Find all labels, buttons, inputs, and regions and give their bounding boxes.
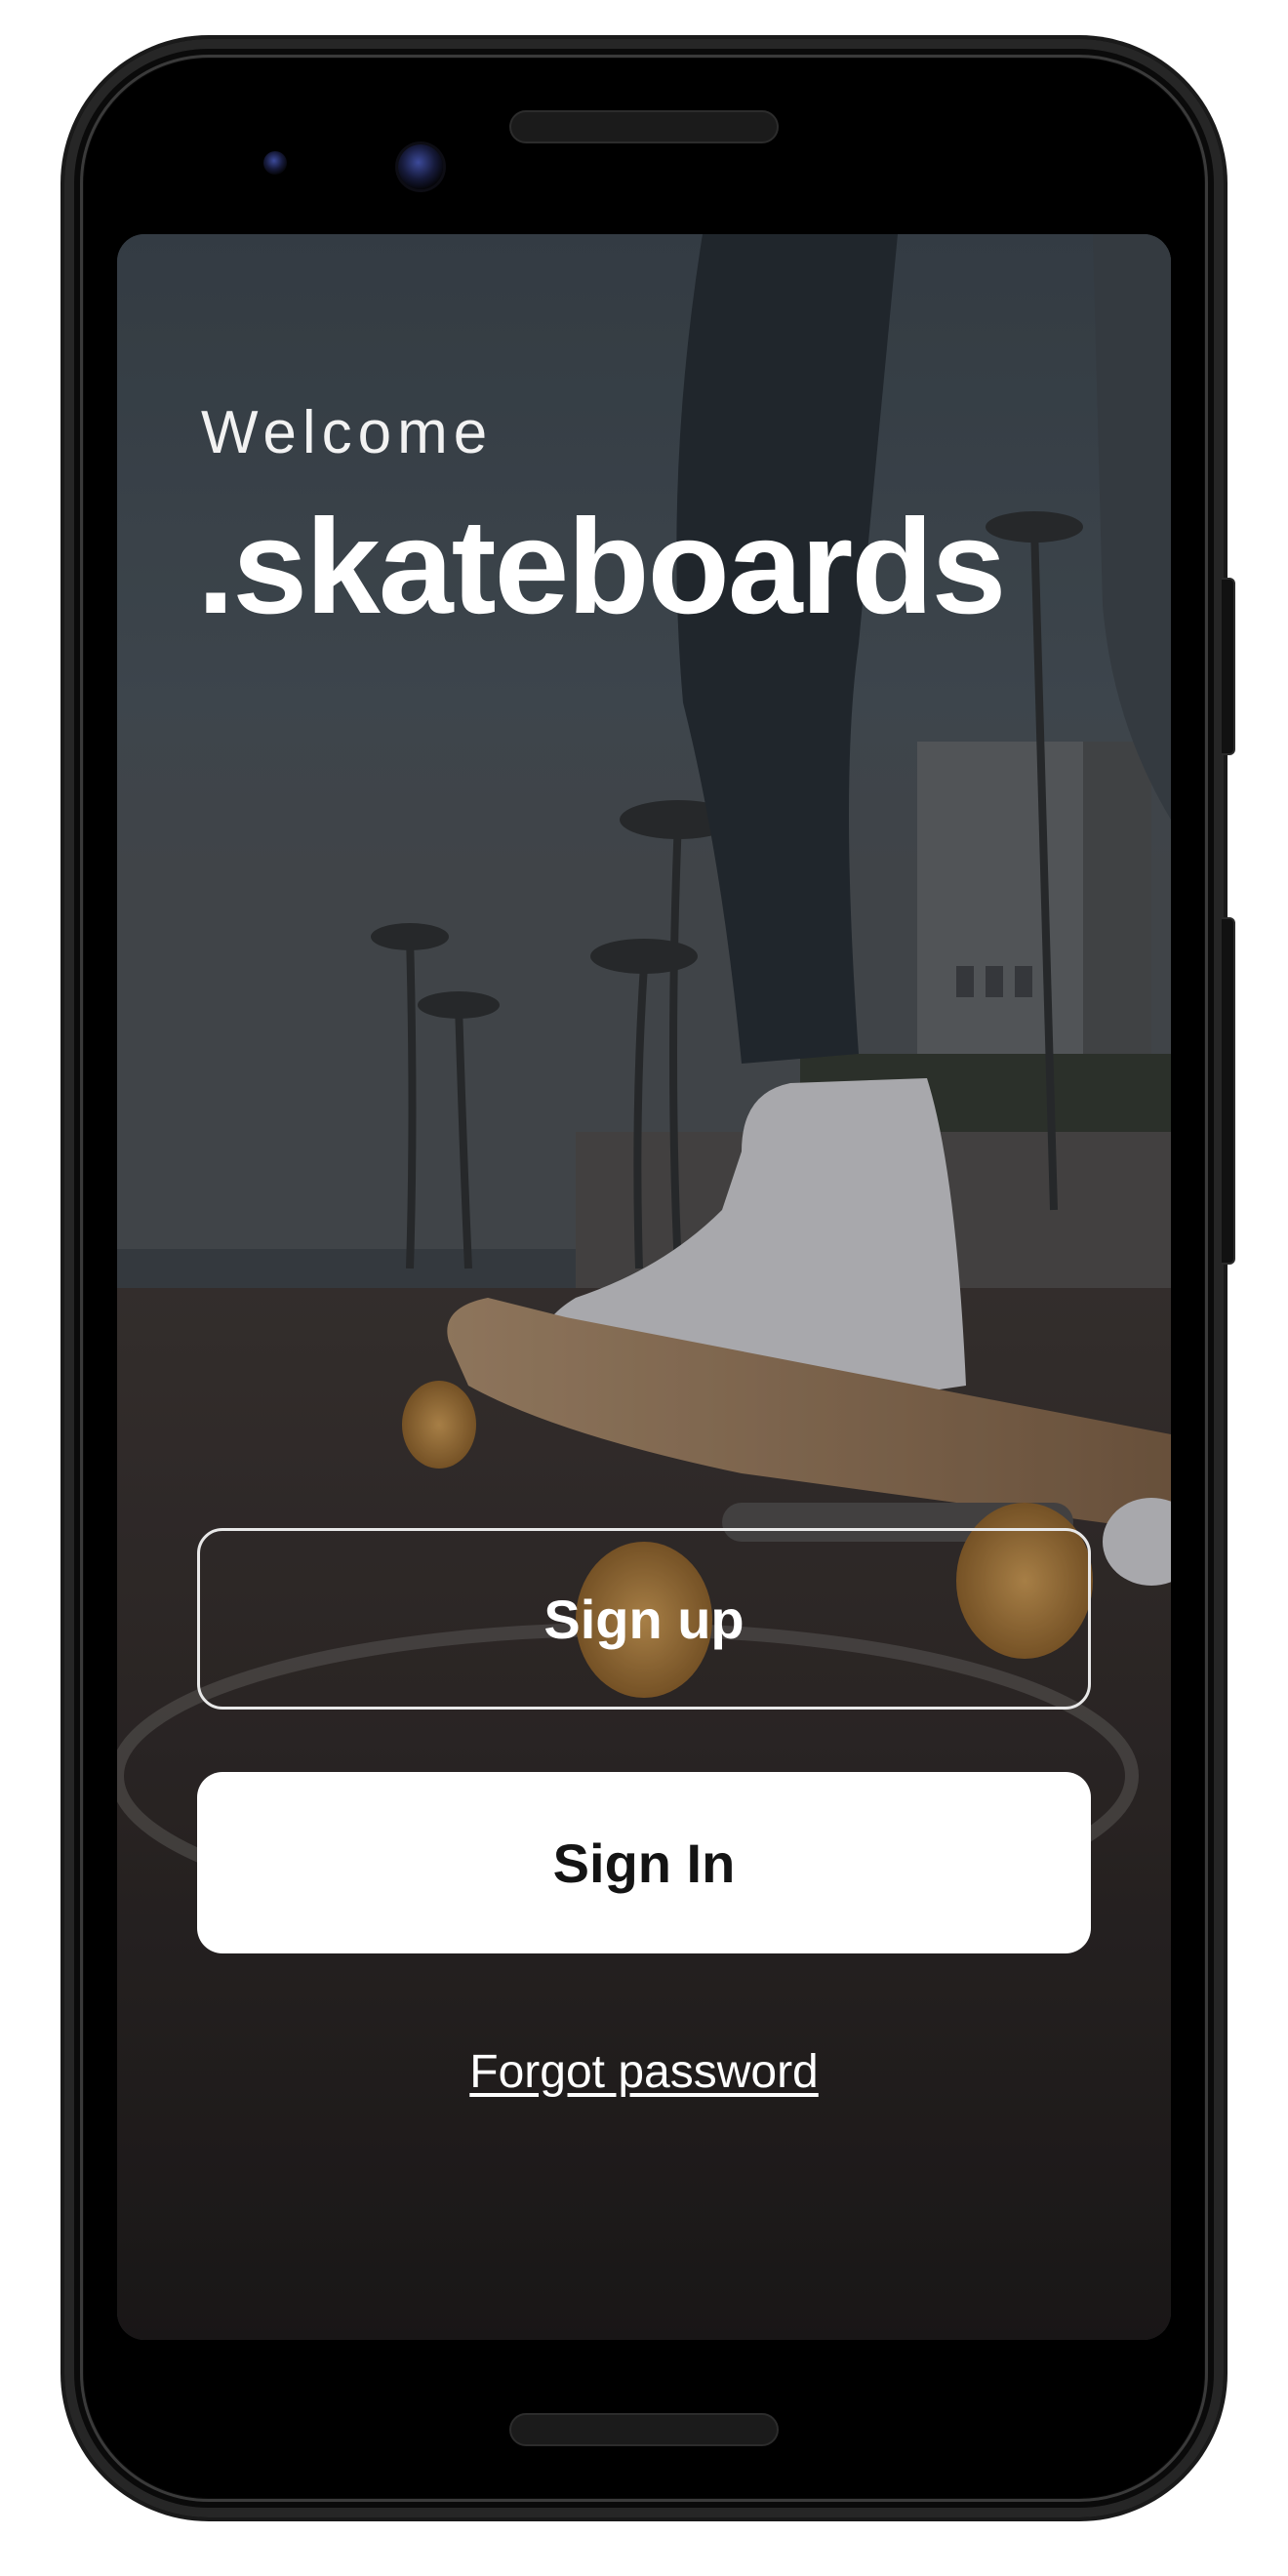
power-button bbox=[1222, 578, 1235, 755]
app-screen: Welcome .skateboards Sign up Sign In For… bbox=[117, 234, 1171, 2340]
front-camera bbox=[398, 144, 443, 189]
earpiece-speaker bbox=[509, 110, 779, 143]
forgot-password-link[interactable]: Forgot password bbox=[117, 2045, 1171, 2099]
sign-up-button[interactable]: Sign up bbox=[197, 1528, 1091, 1710]
brand-title: .skateboards bbox=[197, 492, 1006, 642]
sign-in-button[interactable]: Sign In bbox=[197, 1772, 1091, 1953]
welcome-text: Welcome bbox=[201, 399, 494, 466]
front-sensor bbox=[263, 151, 287, 175]
volume-button bbox=[1222, 917, 1235, 1265]
bottom-speaker bbox=[509, 2413, 779, 2446]
